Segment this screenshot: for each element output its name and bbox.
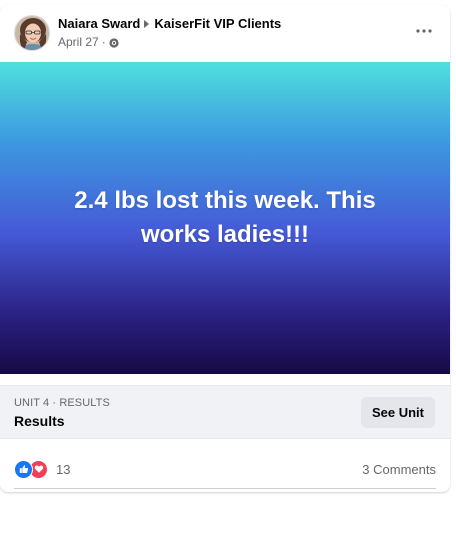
post-header: Naiara Sward KaiserFit VIP Clients April…: [0, 5, 450, 60]
reaction-count: 13: [56, 461, 71, 477]
reactions-row: 13 3 Comments: [14, 455, 436, 483]
post-date[interactable]: April 27: [58, 35, 99, 49]
more-options-button[interactable]: [412, 19, 436, 43]
post-card: Naiara Sward KaiserFit VIP Clients April…: [0, 5, 450, 492]
unit-bar: UNIT 4 · RESULTS Results See Unit: [0, 385, 450, 439]
globe-icon: [109, 37, 119, 48]
comments-link[interactable]: 3 Comments: [362, 462, 436, 477]
like-icon: [14, 459, 33, 479]
author-avatar[interactable]: [14, 15, 50, 51]
group-name[interactable]: KaiserFit VIP Clients: [154, 16, 281, 31]
avatar-image: [15, 16, 49, 50]
ellipsis-icon: [416, 29, 432, 33]
author-line: Naiara Sward KaiserFit VIP Clients: [58, 16, 281, 31]
unit-title: Results: [14, 413, 65, 429]
post-meta: April 27 ·: [58, 35, 119, 49]
post-image[interactable]: 2.4 lbs lost this week. This works ladie…: [0, 62, 450, 374]
post-image-text: 2.4 lbs lost this week. This works ladie…: [74, 186, 376, 248]
divider: [14, 488, 436, 489]
meta-separator: ·: [101, 35, 106, 49]
see-unit-button[interactable]: See Unit: [360, 397, 435, 428]
reactions-summary[interactable]: 13: [14, 459, 71, 479]
arrow-right-icon: [144, 19, 150, 28]
unit-label: UNIT 4 · RESULTS: [14, 397, 110, 409]
author-name[interactable]: Naiara Sward: [58, 16, 140, 31]
